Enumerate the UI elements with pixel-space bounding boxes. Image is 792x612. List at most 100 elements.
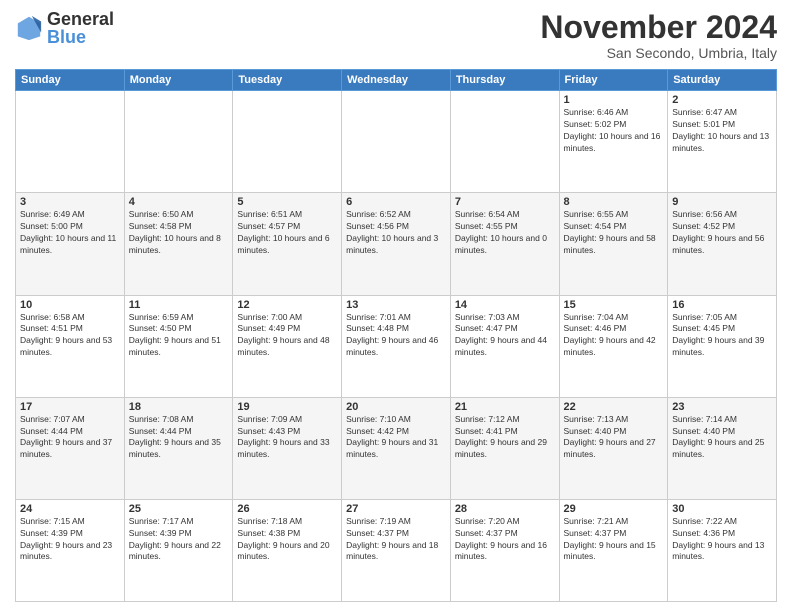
day-info-28: Sunrise: 7:20 AM Sunset: 4:37 PM Dayligh… [455, 516, 555, 564]
day-info-20: Sunrise: 7:10 AM Sunset: 4:42 PM Dayligh… [346, 414, 446, 462]
day-info-17: Sunrise: 7:07 AM Sunset: 4:44 PM Dayligh… [20, 414, 120, 462]
day-number-8: 8 [564, 196, 664, 208]
logo: General Blue [15, 10, 114, 46]
day-number-29: 29 [564, 503, 664, 515]
day-info-6: Sunrise: 6:52 AM Sunset: 4:56 PM Dayligh… [346, 209, 446, 257]
day-number-20: 20 [346, 401, 446, 413]
month-title: November 2024 [540, 10, 777, 45]
cell-w2-d5: 15Sunrise: 7:04 AM Sunset: 4:46 PM Dayli… [559, 295, 668, 397]
day-info-15: Sunrise: 7:04 AM Sunset: 4:46 PM Dayligh… [564, 312, 664, 360]
day-info-12: Sunrise: 7:00 AM Sunset: 4:49 PM Dayligh… [237, 312, 337, 360]
day-info-30: Sunrise: 7:22 AM Sunset: 4:36 PM Dayligh… [672, 516, 772, 564]
cell-w4-d0: 24Sunrise: 7:15 AM Sunset: 4:39 PM Dayli… [16, 499, 125, 601]
cell-w2-d2: 12Sunrise: 7:00 AM Sunset: 4:49 PM Dayli… [233, 295, 342, 397]
col-saturday: Saturday [668, 70, 777, 91]
cell-w0-d0 [16, 91, 125, 193]
cell-w2-d4: 14Sunrise: 7:03 AM Sunset: 4:47 PM Dayli… [450, 295, 559, 397]
day-info-13: Sunrise: 7:01 AM Sunset: 4:48 PM Dayligh… [346, 312, 446, 360]
day-number-19: 19 [237, 401, 337, 413]
day-number-27: 27 [346, 503, 446, 515]
col-sunday: Sunday [16, 70, 125, 91]
cell-w3-d0: 17Sunrise: 7:07 AM Sunset: 4:44 PM Dayli… [16, 397, 125, 499]
day-number-24: 24 [20, 503, 120, 515]
day-info-16: Sunrise: 7:05 AM Sunset: 4:45 PM Dayligh… [672, 312, 772, 360]
calendar-header: Sunday Monday Tuesday Wednesday Thursday… [16, 70, 777, 91]
day-info-21: Sunrise: 7:12 AM Sunset: 4:41 PM Dayligh… [455, 414, 555, 462]
cell-w3-d3: 20Sunrise: 7:10 AM Sunset: 4:42 PM Dayli… [342, 397, 451, 499]
day-number-26: 26 [237, 503, 337, 515]
cell-w1-d4: 7Sunrise: 6:54 AM Sunset: 4:55 PM Daylig… [450, 193, 559, 295]
day-number-12: 12 [237, 299, 337, 311]
day-info-4: Sunrise: 6:50 AM Sunset: 4:58 PM Dayligh… [129, 209, 229, 257]
cell-w4-d2: 26Sunrise: 7:18 AM Sunset: 4:38 PM Dayli… [233, 499, 342, 601]
cell-w4-d4: 28Sunrise: 7:20 AM Sunset: 4:37 PM Dayli… [450, 499, 559, 601]
cell-w0-d3 [342, 91, 451, 193]
day-info-8: Sunrise: 6:55 AM Sunset: 4:54 PM Dayligh… [564, 209, 664, 257]
col-tuesday: Tuesday [233, 70, 342, 91]
cell-w1-d6: 9Sunrise: 6:56 AM Sunset: 4:52 PM Daylig… [668, 193, 777, 295]
week-row-2: 10Sunrise: 6:58 AM Sunset: 4:51 PM Dayli… [16, 295, 777, 397]
day-number-1: 1 [564, 94, 664, 106]
cell-w0-d4 [450, 91, 559, 193]
day-number-9: 9 [672, 196, 772, 208]
cell-w0-d2 [233, 91, 342, 193]
cell-w3-d1: 18Sunrise: 7:08 AM Sunset: 4:44 PM Dayli… [124, 397, 233, 499]
day-number-5: 5 [237, 196, 337, 208]
week-row-0: 1Sunrise: 6:46 AM Sunset: 5:02 PM Daylig… [16, 91, 777, 193]
col-friday: Friday [559, 70, 668, 91]
day-info-24: Sunrise: 7:15 AM Sunset: 4:39 PM Dayligh… [20, 516, 120, 564]
calendar-body: 1Sunrise: 6:46 AM Sunset: 5:02 PM Daylig… [16, 91, 777, 602]
day-number-21: 21 [455, 401, 555, 413]
day-info-3: Sunrise: 6:49 AM Sunset: 5:00 PM Dayligh… [20, 209, 120, 257]
header-row: Sunday Monday Tuesday Wednesday Thursday… [16, 70, 777, 91]
col-monday: Monday [124, 70, 233, 91]
day-number-4: 4 [129, 196, 229, 208]
title-block: November 2024 San Secondo, Umbria, Italy [540, 10, 777, 61]
cell-w1-d5: 8Sunrise: 6:55 AM Sunset: 4:54 PM Daylig… [559, 193, 668, 295]
cell-w3-d2: 19Sunrise: 7:09 AM Sunset: 4:43 PM Dayli… [233, 397, 342, 499]
cell-w2-d1: 11Sunrise: 6:59 AM Sunset: 4:50 PM Dayli… [124, 295, 233, 397]
cell-w3-d5: 22Sunrise: 7:13 AM Sunset: 4:40 PM Dayli… [559, 397, 668, 499]
day-number-25: 25 [129, 503, 229, 515]
day-info-1: Sunrise: 6:46 AM Sunset: 5:02 PM Dayligh… [564, 107, 664, 155]
day-info-22: Sunrise: 7:13 AM Sunset: 4:40 PM Dayligh… [564, 414, 664, 462]
col-wednesday: Wednesday [342, 70, 451, 91]
day-number-14: 14 [455, 299, 555, 311]
cell-w0-d1 [124, 91, 233, 193]
day-number-22: 22 [564, 401, 664, 413]
day-info-9: Sunrise: 6:56 AM Sunset: 4:52 PM Dayligh… [672, 209, 772, 257]
cell-w0-d5: 1Sunrise: 6:46 AM Sunset: 5:02 PM Daylig… [559, 91, 668, 193]
day-number-11: 11 [129, 299, 229, 311]
cell-w1-d3: 6Sunrise: 6:52 AM Sunset: 4:56 PM Daylig… [342, 193, 451, 295]
cell-w1-d1: 4Sunrise: 6:50 AM Sunset: 4:58 PM Daylig… [124, 193, 233, 295]
cell-w0-d6: 2Sunrise: 6:47 AM Sunset: 5:01 PM Daylig… [668, 91, 777, 193]
cell-w2-d0: 10Sunrise: 6:58 AM Sunset: 4:51 PM Dayli… [16, 295, 125, 397]
day-number-13: 13 [346, 299, 446, 311]
day-number-2: 2 [672, 94, 772, 106]
day-info-14: Sunrise: 7:03 AM Sunset: 4:47 PM Dayligh… [455, 312, 555, 360]
cell-w4-d6: 30Sunrise: 7:22 AM Sunset: 4:36 PM Dayli… [668, 499, 777, 601]
day-number-28: 28 [455, 503, 555, 515]
day-number-18: 18 [129, 401, 229, 413]
day-info-25: Sunrise: 7:17 AM Sunset: 4:39 PM Dayligh… [129, 516, 229, 564]
header: General Blue November 2024 San Secondo, … [15, 10, 777, 61]
day-info-19: Sunrise: 7:09 AM Sunset: 4:43 PM Dayligh… [237, 414, 337, 462]
week-row-3: 17Sunrise: 7:07 AM Sunset: 4:44 PM Dayli… [16, 397, 777, 499]
location-subtitle: San Secondo, Umbria, Italy [540, 45, 777, 61]
day-info-29: Sunrise: 7:21 AM Sunset: 4:37 PM Dayligh… [564, 516, 664, 564]
cell-w4-d5: 29Sunrise: 7:21 AM Sunset: 4:37 PM Dayli… [559, 499, 668, 601]
day-info-5: Sunrise: 6:51 AM Sunset: 4:57 PM Dayligh… [237, 209, 337, 257]
cell-w1-d2: 5Sunrise: 6:51 AM Sunset: 4:57 PM Daylig… [233, 193, 342, 295]
day-number-7: 7 [455, 196, 555, 208]
day-info-7: Sunrise: 6:54 AM Sunset: 4:55 PM Dayligh… [455, 209, 555, 257]
week-row-4: 24Sunrise: 7:15 AM Sunset: 4:39 PM Dayli… [16, 499, 777, 601]
cell-w2-d6: 16Sunrise: 7:05 AM Sunset: 4:45 PM Dayli… [668, 295, 777, 397]
cell-w4-d1: 25Sunrise: 7:17 AM Sunset: 4:39 PM Dayli… [124, 499, 233, 601]
day-number-23: 23 [672, 401, 772, 413]
logo-icon [15, 14, 43, 42]
day-info-11: Sunrise: 6:59 AM Sunset: 4:50 PM Dayligh… [129, 312, 229, 360]
cell-w1-d0: 3Sunrise: 6:49 AM Sunset: 5:00 PM Daylig… [16, 193, 125, 295]
day-number-17: 17 [20, 401, 120, 413]
day-info-10: Sunrise: 6:58 AM Sunset: 4:51 PM Dayligh… [20, 312, 120, 360]
day-info-2: Sunrise: 6:47 AM Sunset: 5:01 PM Dayligh… [672, 107, 772, 155]
